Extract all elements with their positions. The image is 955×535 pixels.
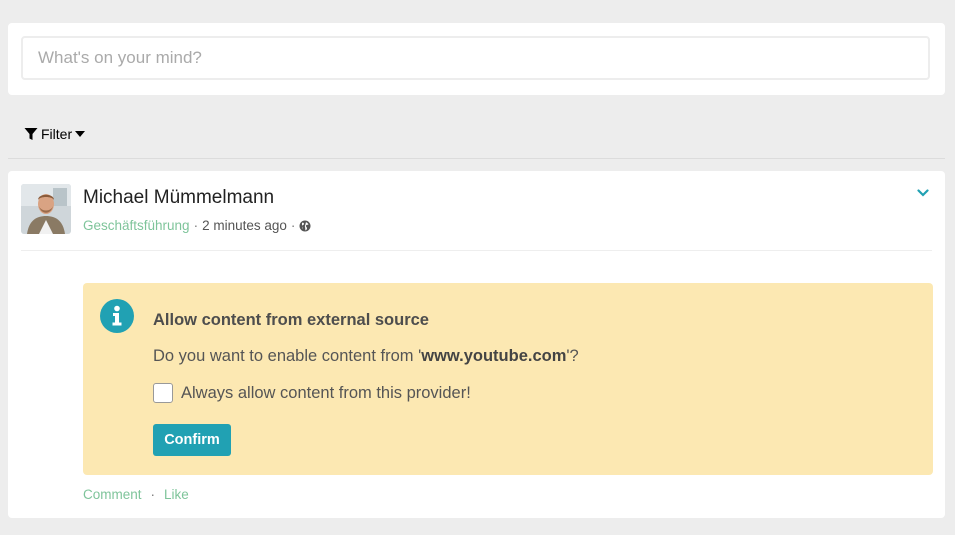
divider	[8, 158, 945, 159]
question-prefix: Do you want to enable content from '	[153, 347, 422, 365]
filter-button[interactable]: Filter	[24, 124, 86, 144]
actions-separator: ·	[150, 487, 156, 502]
author-name[interactable]: Michael Mümmelmann	[83, 187, 274, 209]
comment-link[interactable]: Comment	[83, 487, 142, 502]
source-domain: www.youtube.com	[421, 347, 567, 365]
always-allow-checkbox[interactable]	[153, 383, 173, 403]
post-time[interactable]: 2 minutes ago	[202, 218, 287, 233]
notice-title: Allow content from external source	[153, 311, 429, 329]
composer-card	[8, 23, 945, 95]
confirm-button[interactable]: Confirm	[153, 424, 231, 456]
post-actions: Comment · Like	[83, 487, 189, 502]
post-divider	[21, 250, 932, 251]
post-card: Michael Mümmelmann Geschäftsführung · 2 …	[8, 171, 945, 518]
like-link[interactable]: Like	[164, 487, 189, 502]
meta-separator: ·	[193, 218, 199, 233]
chevron-down-icon[interactable]	[917, 189, 929, 197]
post-composer-input[interactable]	[21, 36, 930, 80]
avatar[interactable]	[21, 184, 71, 234]
filter-icon	[24, 127, 38, 141]
caret-down-icon	[75, 131, 86, 137]
external-content-notice: Allow content from external source Do yo…	[83, 283, 933, 475]
info-icon	[100, 299, 134, 333]
filter-label: Filter	[41, 126, 73, 142]
always-allow-label[interactable]: Always allow content from this provider!	[181, 384, 471, 403]
notice-question: Do you want to enable content from 'www.…	[153, 347, 579, 366]
meta-separator: ·	[290, 218, 296, 233]
post-meta: Geschäftsführung · 2 minutes ago ·	[83, 218, 311, 233]
question-suffix: '?	[566, 347, 579, 365]
globe-icon	[299, 220, 311, 232]
space-link[interactable]: Geschäftsführung	[83, 218, 190, 233]
always-allow-option[interactable]: Always allow content from this provider!	[153, 383, 471, 403]
